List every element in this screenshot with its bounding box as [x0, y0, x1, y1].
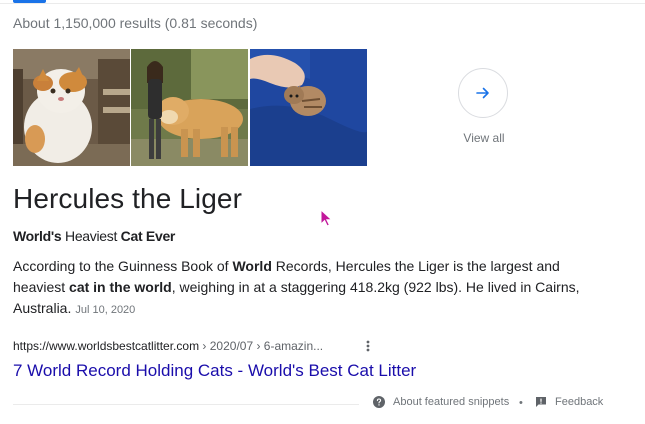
kitten-photo-illustration — [250, 49, 367, 166]
image-thumbnail-liger[interactable] — [131, 49, 248, 166]
about-featured-snippets-link[interactable]: About featured snippets — [373, 396, 509, 408]
view-all-label[interactable]: View all — [440, 131, 528, 145]
mouse-cursor-icon — [320, 209, 333, 227]
image-thumbnail-kitten[interactable] — [250, 49, 367, 166]
view-all-button[interactable] — [458, 68, 508, 118]
feedback-label: Feedback — [555, 396, 604, 408]
result-title-link[interactable]: 7 World Record Holding Cats - World's Be… — [13, 361, 416, 381]
result-stats: About 1,150,000 results (0.81 seconds) — [13, 15, 258, 31]
tab-divider — [0, 3, 645, 4]
image-thumbnail-cat[interactable] — [13, 49, 130, 166]
subtitle-text: Heaviest — [61, 228, 121, 244]
subtitle-bold-2: Cat Ever — [120, 228, 176, 244]
feedback-link[interactable]: Feedback — [535, 396, 603, 408]
cat-photo-illustration — [13, 49, 130, 166]
more-vertical-icon — [366, 340, 370, 352]
footer-separator: • — [519, 397, 523, 409]
source-breadcrumbs: › 2020/07 › 6-amazin... — [199, 339, 324, 353]
about-featured-snippets-label: About featured snippets — [393, 396, 510, 408]
source-url: https://www.worldsbestcatlitter.com — [13, 339, 200, 353]
source-citation: https://www.worldsbestcatlitter.com › 20… — [13, 339, 323, 353]
snippet-bold-1: World — [232, 258, 272, 274]
liger-photo-illustration — [131, 49, 248, 166]
featured-snippet-subtitle: World's Heaviest Cat Ever — [13, 228, 175, 244]
subtitle-bold-1: World's — [13, 228, 62, 244]
snippet-text-1: According to the Guinness Book of — [13, 258, 233, 274]
arrow-right-icon — [476, 87, 489, 99]
snippet-divider — [13, 404, 359, 405]
snippet-date: Jul 10, 2020 — [75, 304, 136, 316]
help-icon — [373, 396, 385, 408]
featured-snippet-title: Hercules the Liger — [13, 183, 243, 214]
snippet-bold-2: cat in the world — [69, 279, 172, 295]
featured-snippet-text: According to the Guinness Book of World … — [13, 256, 603, 321]
more-options-button[interactable] — [361, 337, 375, 355]
feedback-icon — [536, 397, 546, 407]
